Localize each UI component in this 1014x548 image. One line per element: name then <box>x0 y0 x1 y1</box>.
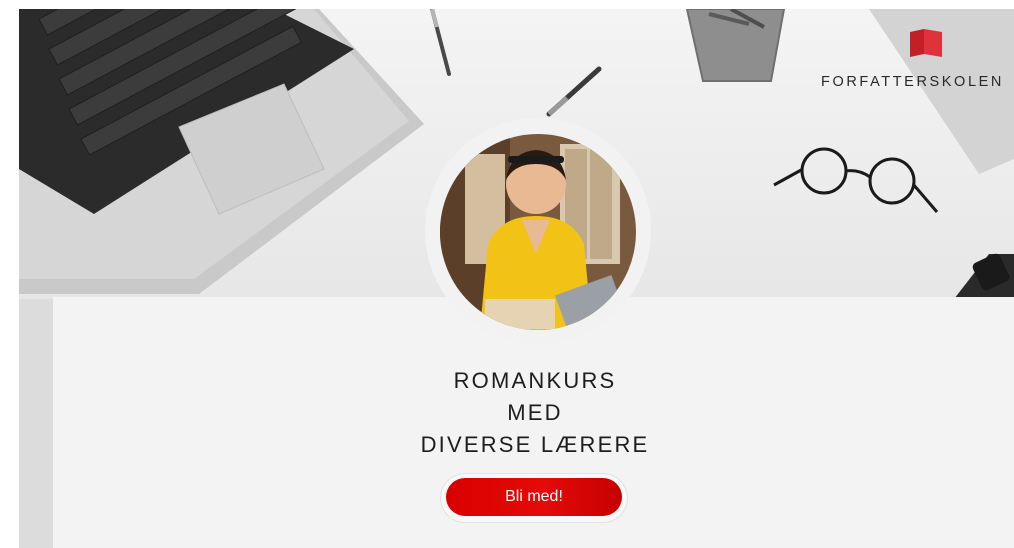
avatar <box>440 134 636 330</box>
laptop-icon <box>19 9 424 294</box>
course-title-line: MED <box>507 400 563 425</box>
side-strip <box>19 299 53 548</box>
hero-banner: FORFATTERSKOLEN ROMANKURS MED DIVERSE LÆ… <box>19 9 1014 548</box>
book-logo-icon <box>910 29 942 57</box>
course-title-line: DIVERSE LÆRERE <box>420 432 650 457</box>
pencil-cup-icon <box>685 9 786 82</box>
brand-name: FORFATTERSKOLEN <box>821 74 1004 90</box>
course-title: ROMANKURS MED DIVERSE LÆRERE <box>315 365 755 461</box>
course-title-line: ROMANKURS <box>453 368 617 393</box>
glasses-icon <box>773 147 939 213</box>
join-button[interactable]: Bli med! <box>446 478 622 516</box>
teacher-photo <box>440 134 636 330</box>
brand-logo[interactable]: FORFATTERSKOLEN <box>821 27 1014 99</box>
